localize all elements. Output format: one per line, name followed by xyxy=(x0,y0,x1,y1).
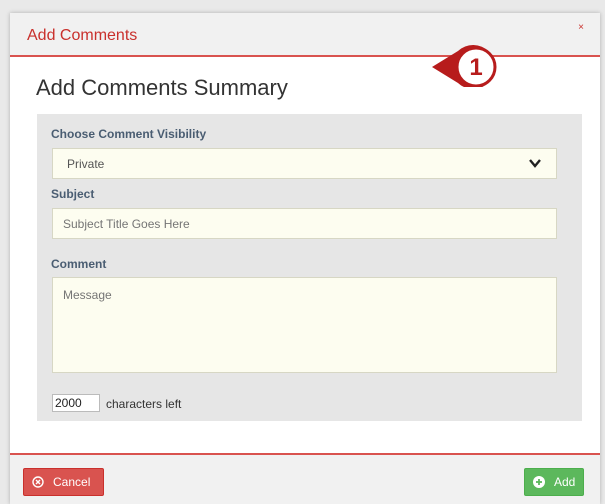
visibility-value: Private xyxy=(67,157,105,171)
comment-form-panel: Choose Comment Visibility Private Subjec… xyxy=(37,114,582,421)
visibility-label: Choose Comment Visibility xyxy=(51,127,207,141)
modal-footer: Cancel Add xyxy=(10,453,600,504)
circle-plus-icon xyxy=(533,476,545,488)
add-label: Add xyxy=(554,475,576,489)
step-number: 1 xyxy=(469,54,482,81)
chevron-down-icon xyxy=(529,159,541,168)
chars-left-counter xyxy=(52,394,100,412)
cancel-label: Cancel xyxy=(53,475,91,489)
subject-input[interactable] xyxy=(52,208,557,239)
close-icon[interactable]: × xyxy=(578,22,584,33)
comment-textarea[interactable] xyxy=(52,277,557,373)
add-comments-modal: Add Comments × 1 Add Comments Summary Ch… xyxy=(10,13,600,504)
cancel-button[interactable]: Cancel xyxy=(23,468,104,496)
summary-title: Add Comments Summary xyxy=(36,75,288,100)
visibility-select[interactable]: Private xyxy=(52,148,557,179)
add-button[interactable]: Add xyxy=(524,468,584,496)
modal-header: Add Comments × xyxy=(10,13,600,57)
comment-label: Comment xyxy=(51,257,107,271)
circle-x-icon xyxy=(32,476,44,488)
modal-title: Add Comments xyxy=(27,27,138,44)
step-badge-icon: 1 xyxy=(432,45,497,87)
subject-label: Subject xyxy=(51,187,95,201)
chars-left-label: characters left xyxy=(106,397,182,411)
